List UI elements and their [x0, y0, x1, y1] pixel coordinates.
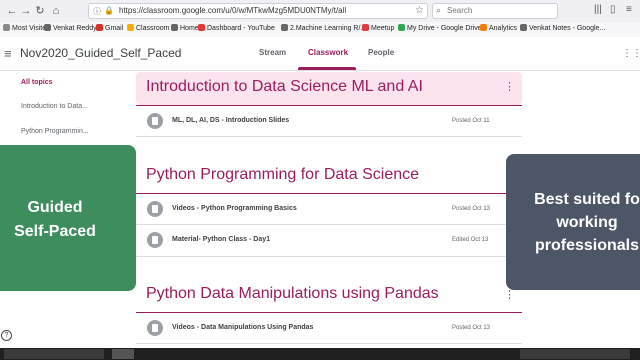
material-title[interactable]: Videos - Data Manipulations Using Pandas: [172, 324, 313, 331]
bookmark-venkat-reddy[interactable]: Venkat Reddy: [44, 24, 97, 32]
bookmark-machine-learning[interactable]: 2.Machine Learning R/...: [281, 24, 366, 32]
class-title[interactable]: Nov2020_Guided_Self_Paced: [20, 46, 181, 60]
row-divider: [136, 256, 522, 257]
topic-title[interactable]: Introduction to Data Science ML and AI: [146, 78, 423, 96]
apps-grid-icon[interactable]: ⋮⋮: [622, 48, 640, 59]
bookmark-google-drive[interactable]: My Drive - Google Drive: [398, 24, 482, 32]
classroom-icon: [127, 24, 134, 31]
bookmark-star-icon[interactable]: ☆: [415, 5, 424, 16]
sidebar-item-all-topics[interactable]: All topics: [21, 79, 53, 86]
browser-menu-icon[interactable]: ≡: [626, 4, 632, 15]
gear-icon: [3, 24, 10, 31]
bookmark-classroom[interactable]: Classroom: [127, 24, 169, 32]
topic-divider: [136, 105, 522, 106]
taskbar-item[interactable]: [4, 349, 104, 359]
working-professionals-text: Best suited fo working professionals: [534, 191, 640, 254]
bookmark-venkat-notes[interactable]: Venkat Notes - Google...: [520, 24, 605, 32]
globe-icon: [281, 24, 288, 31]
material-icon: [147, 232, 163, 248]
bookmark-most-visited[interactable]: Most Visited: [3, 24, 50, 32]
topic-title[interactable]: Python Programming for Data Science: [146, 166, 419, 184]
sidebar-item-intro-data-science[interactable]: Introduction to Data...: [21, 103, 88, 110]
material-title[interactable]: Videos - Python Programming Basics: [172, 205, 297, 212]
topic-title[interactable]: Python Data Manipulations using Pandas: [146, 285, 439, 303]
browser-toolbar: ← → ↻ ⌂ ⓘ 🔒 https://classroom.google.com…: [0, 0, 640, 23]
taskbar: [0, 348, 640, 360]
bookmark-meetup[interactable]: Meetup: [362, 24, 394, 32]
tab-people[interactable]: People: [368, 48, 394, 57]
globe-icon: [171, 24, 178, 31]
drive-icon: [398, 24, 405, 31]
guided-self-paced-text: Guided Self-Paced: [14, 199, 96, 240]
gmail-icon: [96, 24, 103, 31]
url-text[interactable]: https://classroom.google.com/u/0/w/MTkwM…: [119, 6, 346, 15]
taskbar-item[interactable]: [112, 349, 134, 359]
hamburger-menu-icon[interactable]: ≡: [4, 46, 12, 61]
row-divider: [136, 224, 522, 225]
bookmark-home[interactable]: Home: [171, 24, 199, 32]
search-icon: ⌕: [436, 5, 442, 15]
reload-icon[interactable]: ↻: [32, 3, 48, 19]
material-date: Posted Oct 13: [452, 206, 491, 212]
material-title[interactable]: Material- Python Class - Day1: [172, 236, 270, 243]
classroom-header: ≡ Nov2020_Guided_Self_Paced Stream Class…: [0, 37, 640, 71]
material-date: Edited Oct 13: [452, 237, 489, 243]
youtube-icon: [198, 24, 205, 31]
material-icon: [147, 201, 163, 217]
row-divider: [136, 136, 522, 137]
more-options-icon[interactable]: ⋮: [504, 290, 515, 301]
material-icon: [147, 113, 163, 129]
home-icon[interactable]: ⌂: [48, 3, 64, 19]
more-options-icon[interactable]: ⋮: [504, 82, 515, 93]
row-divider: [136, 343, 522, 344]
tab-stream[interactable]: Stream: [259, 48, 286, 57]
address-bar[interactable]: ⓘ 🔒 https://classroom.google.com/u/0/w/M…: [88, 3, 428, 19]
help-icon[interactable]: ?: [1, 330, 12, 341]
bookmarks-bar: Most Visited Venkat Reddy Gmail Classroo…: [0, 22, 640, 38]
topic-divider: [136, 193, 522, 194]
material-date: Posted Oct 11: [452, 118, 490, 124]
material-title[interactable]: ML, DL, AI, DS - Introduction Slides: [172, 117, 289, 124]
analytics-icon: [480, 24, 487, 31]
globe-icon: [520, 24, 527, 31]
sidebar-toggle-icon[interactable]: ▯: [610, 4, 616, 15]
sidebar-item-python-programming[interactable]: Python Programmin...: [21, 128, 89, 135]
lock-icon: 🔒: [104, 6, 114, 15]
search-placeholder: Search: [447, 6, 473, 15]
taskbar-tray: [520, 349, 630, 359]
globe-icon: [44, 24, 51, 31]
material-date: Posted Oct 13: [452, 325, 491, 331]
bookmark-gmail[interactable]: Gmail: [96, 24, 123, 32]
material-icon: [147, 320, 163, 336]
meetup-icon: [362, 24, 369, 31]
bookmark-dashboard-youtube[interactable]: Dashboard - YouTube: [198, 24, 275, 32]
topic-divider: [136, 312, 522, 313]
active-tab-indicator: [298, 67, 356, 70]
tab-classwork[interactable]: Classwork: [308, 48, 348, 57]
browser-search-box[interactable]: ⌕ Search: [432, 3, 558, 19]
info-icon[interactable]: ⓘ: [93, 6, 101, 17]
library-icon[interactable]: |||: [594, 4, 602, 15]
bookmark-analytics[interactable]: Analytics: [480, 24, 517, 32]
